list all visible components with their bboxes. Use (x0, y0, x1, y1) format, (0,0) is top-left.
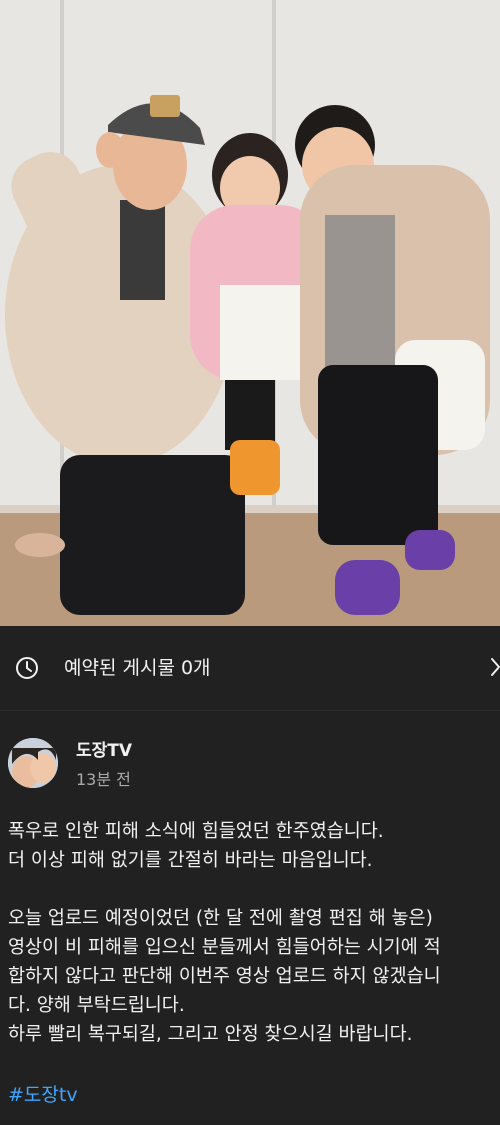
avatar[interactable] (8, 738, 58, 788)
post-body-line: 다. 양해 부탁드립니다. (8, 995, 185, 1016)
scheduled-posts-label: 예약된 게시물 0개 (64, 657, 211, 679)
clock-icon (15, 656, 39, 680)
family-photo-illustration (0, 0, 500, 626)
post-timestamp: 13분 전 (76, 770, 131, 789)
post-body-line: 폭우로 인한 피해 소식에 힘들었던 한주였습니다. (8, 821, 384, 842)
post-image[interactable] (0, 0, 500, 626)
post-body-line: 하루 빨리 복구되길, 그리고 안정 찾으시길 바랍니다. (8, 1024, 413, 1045)
scheduled-posts-bar[interactable]: 예약된 게시물 0개 (0, 626, 500, 711)
chevron-right-icon[interactable] (489, 655, 500, 679)
hashtag-link[interactable]: #도장tv (8, 1080, 78, 1107)
post-body-line: 더 이상 피해 없기를 간절히 바라는 마음입니다. (8, 850, 373, 871)
post-body-line: 합하지 않다고 판단해 이번주 영상 업로드 하지 않겠습니 (8, 966, 441, 987)
channel-name[interactable]: 도장TV (76, 736, 132, 761)
post-body-line: 영상이 비 피해를 입으신 분들께서 힘들어하는 시기에 적 (8, 937, 441, 958)
post-body-line: 오늘 업로드 예정이었던 (한 달 전에 촬영 편집 해 놓은) (8, 908, 433, 929)
post-body: 폭우로 인한 피해 소식에 힘들었던 한주였습니다. 더 이상 피해 없기를 간… (8, 817, 498, 1049)
community-post: 도장TV 13분 전 폭우로 인한 피해 소식에 힘들었던 한주였습니다. 더 … (0, 711, 500, 1125)
